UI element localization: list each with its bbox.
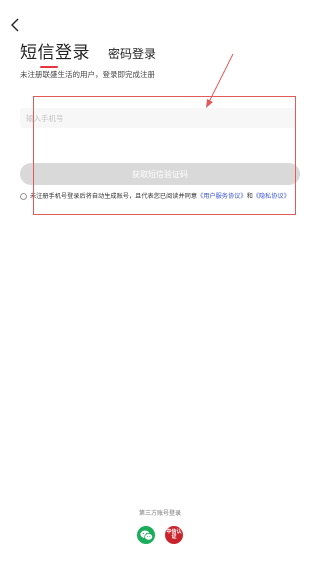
user-agreement-link[interactable]: 《用户服务协议》 bbox=[197, 193, 247, 200]
agree-checkbox[interactable] bbox=[20, 193, 27, 200]
phone-input[interactable] bbox=[20, 108, 296, 128]
agreement-prefix: 未注册手机号登录后将自动生成账号，且代表您已阅读并同意 bbox=[30, 193, 198, 200]
wechat-icon bbox=[139, 530, 153, 540]
back-button[interactable] bbox=[6, 14, 24, 36]
login-page: 短信登录 密码登录 未注册联盛生活的用户，登录即完成注册 获取短信验证码 未注册… bbox=[0, 0, 320, 568]
privacy-policy-link[interactable]: 《隐私协议》 bbox=[253, 193, 290, 200]
chevron-left-icon bbox=[11, 18, 19, 32]
tab-sms-login[interactable]: 短信登录 bbox=[20, 38, 90, 68]
active-tab-indicator bbox=[40, 66, 58, 68]
other-login-button[interactable]: 中信认证 bbox=[165, 526, 183, 544]
get-code-button[interactable]: 获取短信验证码 bbox=[20, 163, 300, 185]
register-hint: 未注册联盛生活的用户，登录即完成注册 bbox=[20, 70, 155, 79]
tab-sms-login-label: 短信登录 bbox=[20, 43, 90, 63]
agreement-text: 未注册手机号登录后将自动生成账号，且代表您已阅读并同意《用户服务协议》和《隐私协… bbox=[20, 192, 298, 201]
third-party-icons: 中信认证 bbox=[0, 526, 320, 544]
agreement: 未注册手机号登录后将自动生成账号，且代表您已阅读并同意《用户服务协议》和《隐私协… bbox=[20, 192, 298, 201]
tab-password-login[interactable]: 密码登录 bbox=[108, 45, 156, 63]
login-tabs: 短信登录 密码登录 bbox=[20, 38, 156, 68]
wechat-login-button[interactable] bbox=[137, 526, 155, 544]
third-party-title: 第三方账号登录 bbox=[138, 510, 181, 517]
annotation-arrow bbox=[206, 53, 234, 108]
